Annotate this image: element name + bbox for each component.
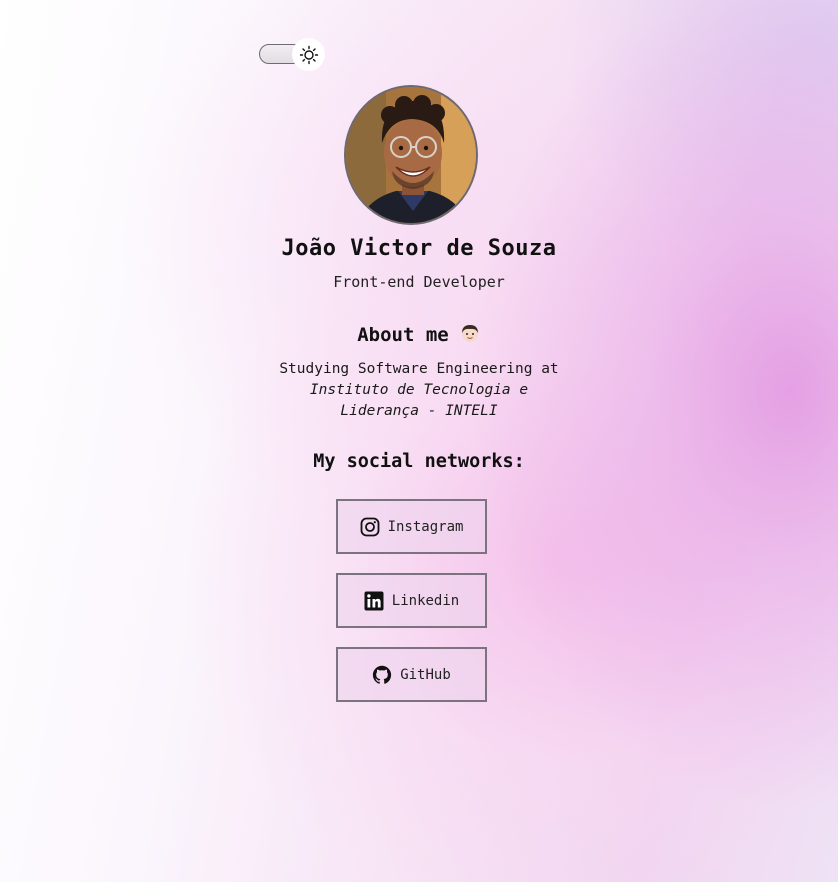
about-heading: About me [0, 322, 838, 349]
social-heading: My social networks: [313, 451, 525, 472]
about-heading-label: About me [357, 324, 449, 346]
instagram-button[interactable]: Instagram [336, 499, 487, 554]
github-button[interactable]: GitHub [336, 647, 487, 702]
about-line-2: Instituto de Tecnologia e [309, 382, 529, 398]
profile-name: João Victor de Souza [281, 236, 557, 261]
sun-icon [299, 45, 318, 64]
linkedin-button[interactable]: Linkedin [336, 573, 487, 628]
instagram-icon [360, 517, 380, 537]
profile-role: Front-end Developer [333, 273, 505, 291]
linkedin-icon [364, 591, 384, 611]
avatar-photo [346, 87, 476, 223]
about-text: Studying Software Engineering at Institu… [0, 359, 838, 422]
theme-toggle[interactable] [259, 38, 325, 71]
avatar [344, 85, 478, 225]
about-line-3: Liderança - INTELI [340, 403, 498, 419]
boy-face-emoji [459, 322, 481, 349]
toggle-knob[interactable] [292, 38, 325, 71]
linkedin-label: Linkedin [391, 592, 460, 609]
github-icon [372, 665, 392, 685]
instagram-label: Instagram [387, 518, 464, 535]
about-line-1: Studying Software Engineering at [279, 361, 559, 377]
github-label: GitHub [400, 666, 451, 683]
